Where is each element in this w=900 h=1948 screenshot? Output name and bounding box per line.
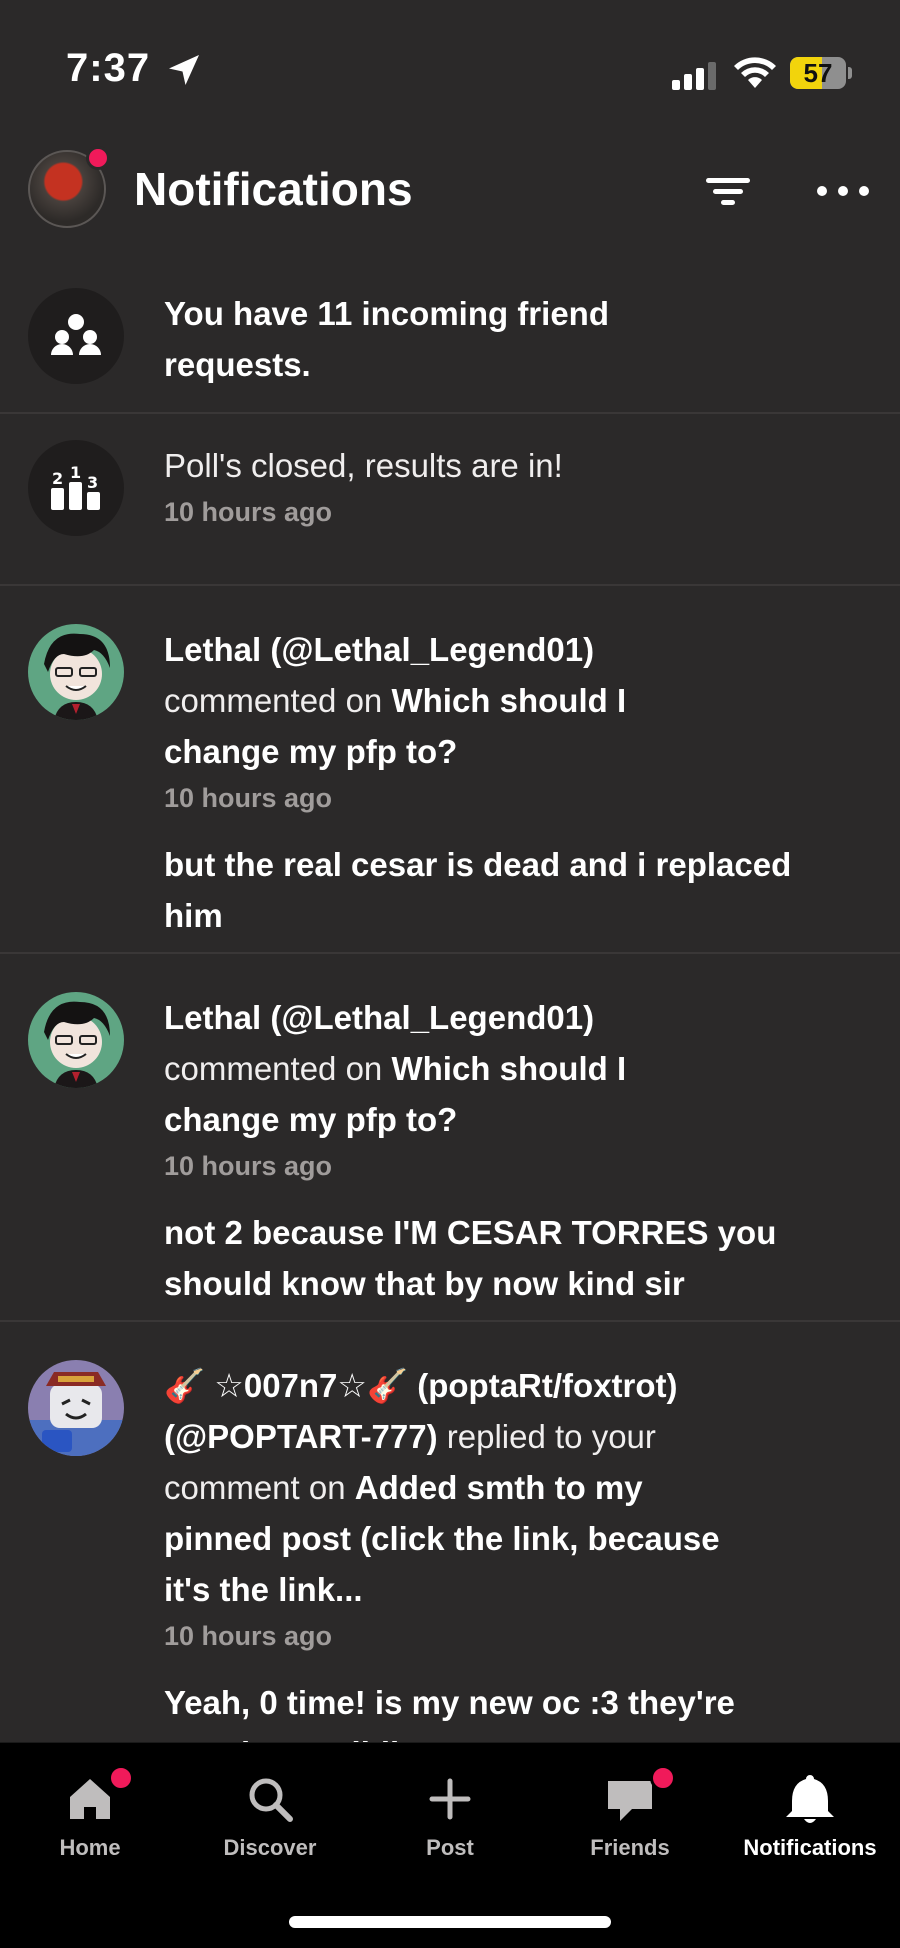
plus-icon	[429, 1778, 471, 1820]
post-title-link[interactable]: Added smth to my	[355, 1469, 643, 1506]
reply-author-name[interactable]: 🎸 ☆007n7☆🎸 (poptaRt/foxtrot)	[164, 1360, 860, 1411]
post-title-link[interactable]: Which should I	[391, 682, 626, 719]
notification-text: Poll's closed, results are in!	[164, 447, 563, 484]
notification-text-line: requests.	[164, 346, 311, 383]
bell-icon	[786, 1775, 834, 1823]
notification-poll[interactable]: 2 1 3 Poll's closed, results are in! 10 …	[0, 414, 900, 586]
notification-time: 10 hours ago	[164, 1151, 333, 1181]
post-title-link[interactable]: it's the link...	[164, 1564, 860, 1615]
status-bar: 7:37 57	[0, 0, 900, 140]
comment-text-line: not 2 because I'M CESAR TORRES you	[164, 1214, 777, 1251]
notification-action: comment on	[164, 1469, 346, 1506]
comment-author[interactable]: Lethal (@Lethal_Legend01)	[164, 624, 860, 675]
tab-label: Friends	[590, 1835, 670, 1860]
page-title: Notifications	[134, 163, 413, 215]
cellular-signal-icon	[672, 62, 716, 90]
group-icon	[51, 314, 101, 355]
user-avatar[interactable]	[28, 624, 124, 720]
status-time: 7:37	[66, 46, 151, 90]
battery-percent: 57	[803, 58, 833, 88]
tab-discover[interactable]: Discover	[190, 1771, 350, 1881]
comment-text-line: Yeah, 0 time! is my new oc :3 they're	[164, 1684, 735, 1721]
post-title-link[interactable]: change my pfp to?	[164, 1094, 860, 1145]
lethal-avatar-image	[28, 992, 124, 1088]
comment-text-line: him	[164, 897, 223, 934]
friends-badge	[650, 1765, 676, 1791]
comment-text-line: should know that by now kind sir	[164, 1265, 685, 1302]
comment-text-line: two time's sibling	[164, 1728, 860, 1742]
notification-reply[interactable]: 🎸 ☆007n7☆🎸 (poptaRt/foxtrot) (@POPTART-7…	[0, 1322, 900, 1742]
wifi-icon	[734, 57, 776, 88]
profile-badge	[86, 146, 110, 170]
reply-author-handle[interactable]: (@POPTART-777)	[164, 1418, 438, 1455]
home-indicator[interactable]	[289, 1916, 611, 1928]
filter-icon[interactable]	[700, 166, 756, 216]
tab-notifications[interactable]: Notifications	[730, 1771, 890, 1881]
notification-time: 10 hours ago	[164, 783, 333, 813]
notification-time: 10 hours ago	[164, 1621, 333, 1651]
tab-label: Discover	[223, 1835, 317, 1860]
notification-comment[interactable]: Lethal (@Lethal_Legend01) commented on W…	[0, 586, 900, 954]
tab-friends[interactable]: Friends	[550, 1765, 710, 1881]
post-title-link[interactable]: Which should I	[391, 1050, 626, 1087]
location-arrow-icon	[169, 55, 199, 85]
poptart-avatar-image	[28, 1360, 124, 1456]
friend-requests-icon-badge	[28, 288, 124, 384]
lethal-avatar-image	[28, 624, 124, 720]
header: Notifications	[0, 140, 900, 260]
battery-indicator: 57	[790, 57, 852, 89]
user-avatar[interactable]	[28, 1360, 124, 1456]
comment-author[interactable]: Lethal (@Lethal_Legend01)	[164, 992, 860, 1043]
tab-label: Home	[59, 1835, 121, 1860]
notification-list[interactable]: You have 11 incoming friend requests. 2 …	[0, 262, 900, 1742]
tab-label: Notifications	[743, 1835, 877, 1860]
search-icon	[249, 1778, 293, 1822]
notification-action: commented on	[164, 1050, 383, 1087]
tab-home[interactable]: Home	[10, 1765, 170, 1881]
notification-action: commented on	[164, 682, 383, 719]
notification-time: 10 hours ago	[164, 497, 333, 527]
poll-icon-badge: 2 1 3	[28, 440, 124, 536]
poll-results-icon: 2 1 3	[51, 466, 100, 510]
notification-comment[interactable]: Lethal (@Lethal_Legend01) commented on W…	[0, 954, 900, 1322]
notification-text-line: You have 11 incoming friend	[164, 295, 609, 332]
more-options-icon[interactable]	[812, 166, 874, 216]
home-badge	[108, 1765, 134, 1791]
comment-text-line: but the real cesar is dead and i replace…	[164, 846, 792, 883]
notification-action: replied to your	[446, 1418, 656, 1455]
post-title-link[interactable]: change my pfp to?	[164, 726, 860, 777]
svg-text:1: 1	[70, 466, 81, 482]
tab-label: Post	[426, 1835, 474, 1860]
post-title-link[interactable]: pinned post (click the link, because	[164, 1513, 860, 1564]
svg-text:3: 3	[87, 473, 98, 492]
profile-avatar[interactable]	[28, 146, 110, 228]
svg-text:2: 2	[52, 469, 63, 488]
user-avatar[interactable]	[28, 992, 124, 1088]
tab-post[interactable]: Post	[370, 1771, 530, 1881]
notification-friend-requests[interactable]: You have 11 incoming friend requests.	[0, 262, 900, 414]
